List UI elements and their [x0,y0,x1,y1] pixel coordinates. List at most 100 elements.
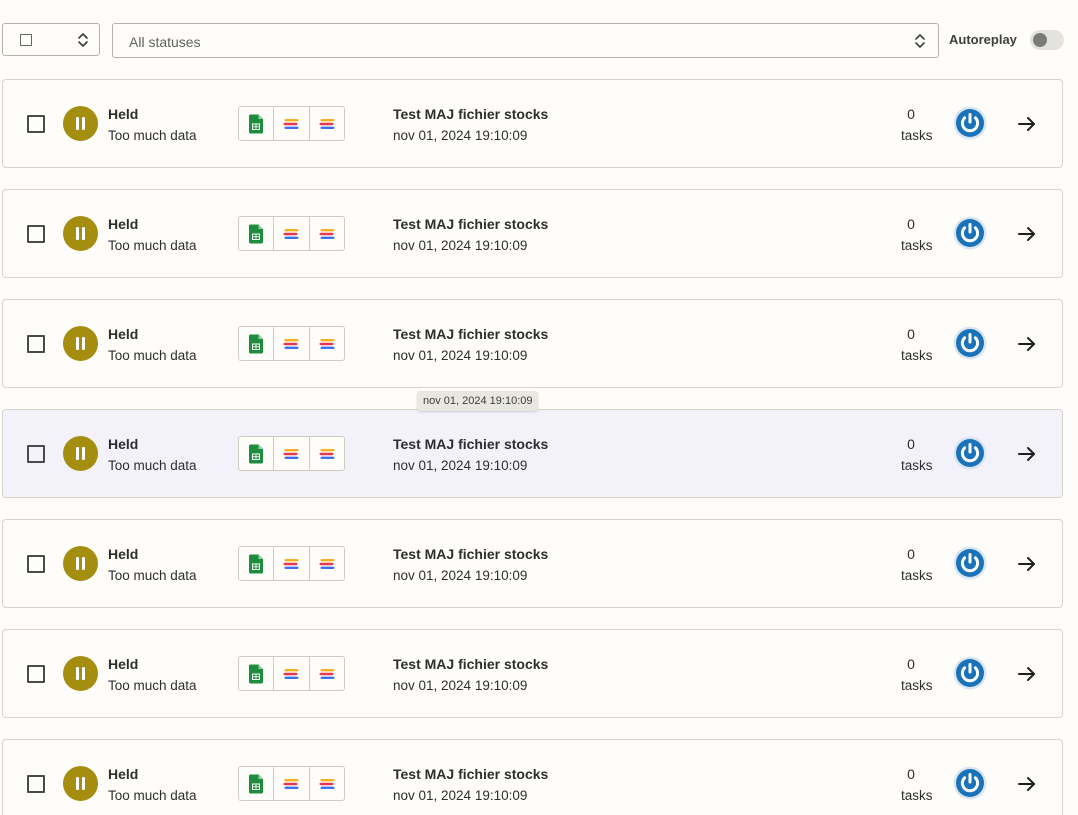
app-slot [239,767,275,800]
zap-name: Test MAJ fichier stocks [393,546,549,562]
autoreplay-toggle[interactable] [1030,30,1064,50]
stacked-logo-icon [283,558,299,569]
google-sheets-icon [249,224,264,243]
power-icon [953,106,987,140]
run-row[interactable]: Held Too much data Test MAJ fichier stocks… [2,409,1063,498]
date-tooltip: nov 01, 2024 19:10:09 [417,391,539,411]
task-label: tasks [901,568,933,583]
app-slot [239,547,275,580]
run-status-reason: Too much data [108,238,197,253]
row-checkbox[interactable] [27,115,45,133]
task-count: 0 [907,546,915,562]
run-status: Held [108,546,139,562]
task-label: tasks [901,788,933,803]
row-checkbox[interactable] [27,775,45,793]
stacked-logo-icon [319,558,335,569]
app-slot [274,657,310,690]
zap-name: Test MAJ fichier stocks [393,436,549,452]
run-row[interactable]: Held Too much data Test MAJ fichier stocks… [2,739,1063,815]
stacked-logo-icon [319,118,335,129]
app-slot [310,107,344,140]
run-date: nov 01, 2024 19:10:09 [393,568,528,583]
task-label: tasks [901,238,933,253]
app-icons-group [238,546,345,581]
run-date: nov 01, 2024 19:10:09 [393,348,528,363]
stacked-logo-icon [319,228,335,239]
zap-name: Test MAJ fichier stocks [393,106,549,122]
stacked-logo-icon [283,118,299,129]
arrow-right-icon[interactable] [1017,224,1037,244]
run-status-reason: Too much data [108,348,197,363]
arrow-right-icon[interactable] [1017,774,1037,794]
app-slot [310,767,344,800]
run-date: nov 01, 2024 19:10:09 [393,678,528,693]
run-row[interactable]: Held Too much data Test MAJ fichier stocks… [2,79,1063,168]
app-slot [274,767,310,800]
arrow-right-icon[interactable] [1017,664,1037,684]
run-row[interactable]: Held Too much data Test MAJ fichier stocks… [2,189,1063,278]
arrow-right-icon[interactable] [1017,444,1037,464]
stacked-logo-icon [283,778,299,789]
task-count: 0 [907,766,915,782]
row-checkbox[interactable] [27,445,45,463]
app-slot [239,107,275,140]
run-date: nov 01, 2024 19:10:09 [393,788,528,803]
run-row[interactable]: Held Too much data Test MAJ fichier stocks… [2,519,1063,608]
row-checkbox[interactable] [27,335,45,353]
chevron-up-down-icon [915,34,925,48]
google-sheets-icon [249,664,264,683]
google-sheets-icon [249,114,264,133]
select-all-checkbox[interactable] [20,34,32,46]
app-slot [239,217,275,250]
google-sheets-icon [249,554,264,573]
app-slot [310,327,344,360]
task-label: tasks [901,348,933,363]
run-status-reason: Too much data [108,128,197,143]
app-slot [239,437,275,470]
arrow-right-icon[interactable] [1017,334,1037,354]
app-slot [274,547,310,580]
pause-icon [63,216,98,251]
arrow-right-icon[interactable] [1017,114,1037,134]
google-sheets-icon [249,444,264,463]
run-row[interactable]: Held Too much data Test MAJ fichier stocks… [2,629,1063,718]
app-slot [274,217,310,250]
run-date: nov 01, 2024 19:10:09 [393,128,528,143]
stacked-logo-icon [319,778,335,789]
pause-icon [63,766,98,801]
pause-icon [63,326,98,361]
stacked-logo-icon [283,448,299,459]
row-checkbox[interactable] [27,225,45,243]
task-count: 0 [907,656,915,672]
app-slot [310,217,344,250]
power-icon [953,546,987,580]
run-status: Held [108,326,139,342]
app-slot [310,657,344,690]
task-label: tasks [901,128,933,143]
zap-name: Test MAJ fichier stocks [393,326,549,342]
zap-name: Test MAJ fichier stocks [393,656,549,672]
run-row[interactable]: Held Too much data Test MAJ fichier stocks… [2,299,1063,388]
stacked-logo-icon [319,338,335,349]
app-slot [310,547,344,580]
row-checkbox[interactable] [27,665,45,683]
run-date: nov 01, 2024 19:10:09 [393,238,528,253]
power-icon [953,766,987,800]
status-filter-select[interactable]: All statuses [112,23,939,58]
task-count: 0 [907,106,915,122]
pause-icon [63,656,98,691]
app-icons-group [238,436,345,471]
run-status: Held [108,216,139,232]
arrow-right-icon[interactable] [1017,554,1037,574]
task-count: 0 [907,436,915,452]
row-checkbox[interactable] [27,555,45,573]
status-filter-value: All statuses [129,34,201,50]
select-all-dropdown[interactable] [2,23,100,56]
run-status: Held [108,656,139,672]
app-icons-group [238,766,345,801]
app-slot [274,107,310,140]
app-slot [239,327,275,360]
pause-icon [63,106,98,141]
task-label: tasks [901,458,933,473]
power-icon [953,216,987,250]
